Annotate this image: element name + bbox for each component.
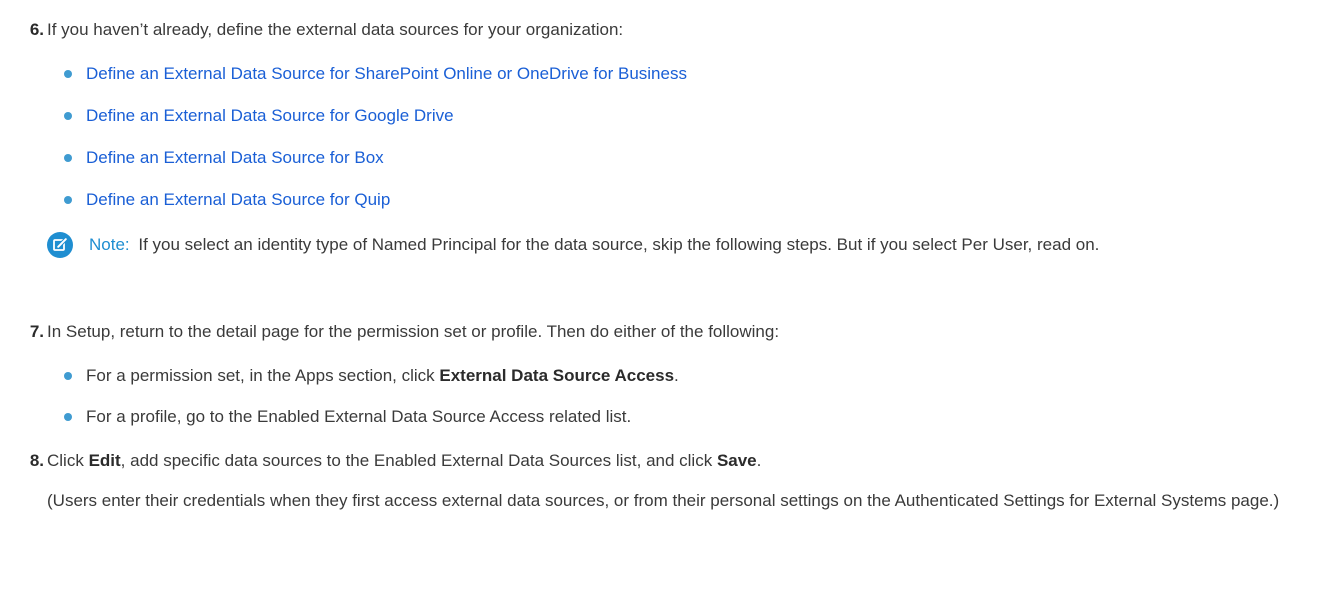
step-8-paragraph: (Users enter their credentials when they… [47,491,1280,510]
bullet-dot-icon [64,112,72,120]
list-item: Define an External Data Source for Googl… [47,103,1297,129]
bullet-text-part: . [674,366,679,385]
link-quip-data-source[interactable]: Define an External Data Source for Quip [86,187,390,213]
list-item: Define an External Data Source for Share… [47,61,1297,87]
list-item: For a permission set, in the Apps sectio… [47,363,1297,389]
step-text: In Setup, return to the detail page for … [47,322,780,341]
step-text: If you haven’t already, define the exter… [47,20,624,39]
step-text-part: , add specific data sources to the Enabl… [120,451,717,470]
link-box-data-source[interactable]: Define an External Data Source for Box [86,145,384,171]
edit-note-icon [47,232,73,258]
step-text-part: Click [47,451,89,470]
bullet-text: For a permission set, in the Apps sectio… [86,363,679,389]
bullet-text-part: For a permission set, in the Apps sectio… [86,366,440,385]
bullet-dot-icon [64,372,72,380]
link-sharepoint-data-source[interactable]: Define an External Data Source for Share… [86,61,687,87]
list-item: For a profile, go to the Enabled Externa… [47,404,1297,430]
bullet-text: For a profile, go to the Enabled Externa… [86,407,632,426]
bullet-dot-icon [64,196,72,204]
step-number: 6. [29,20,44,39]
bullet-dot-icon [64,413,72,421]
bullet-dot-icon [64,70,72,78]
note-body: Note: If you select an identity type of … [89,232,1309,258]
note-text: If you select an identity type of Named … [138,235,1100,254]
ui-term-external-data-source-access: External Data Source Access [439,366,675,385]
ui-term-save: Save [716,451,757,470]
ui-term-edit: Edit [88,451,121,470]
step-text: Click Edit, add specific data sources to… [47,448,1302,474]
list-item: Define an External Data Source for Box [47,145,1297,171]
note-label: Note: [89,235,130,254]
step-number: 8. [29,451,44,470]
step-number: 7. [29,322,44,341]
list-item: Define an External Data Source for Quip [47,187,1297,213]
bullet-dot-icon [64,154,72,162]
link-google-drive-data-source[interactable]: Define an External Data Source for Googl… [86,103,454,129]
step-text-part: . [756,451,762,470]
